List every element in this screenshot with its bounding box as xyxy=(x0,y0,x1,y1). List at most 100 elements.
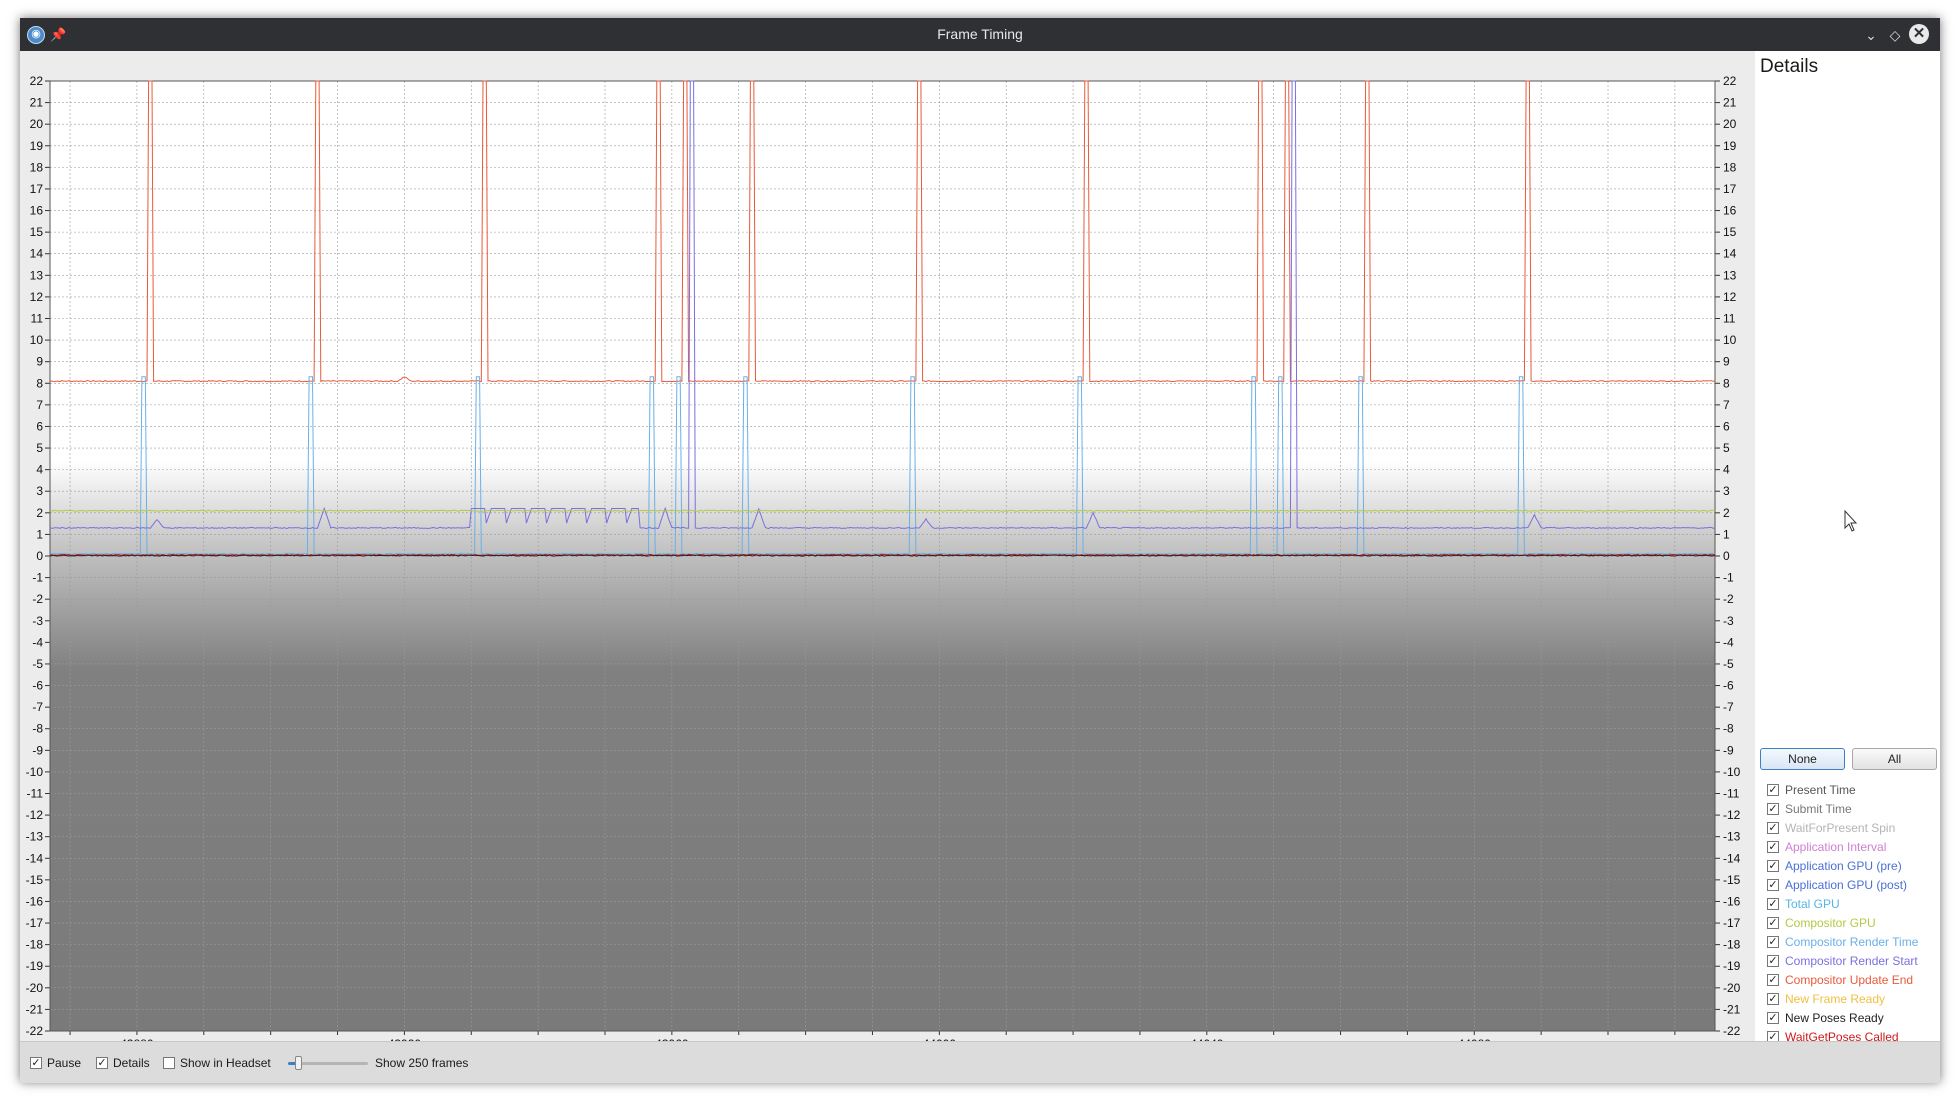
frames-slider-handle[interactable] xyxy=(294,1056,302,1070)
y-tick-label-left: -5 xyxy=(32,657,43,671)
y-tick-label-right: 19 xyxy=(1723,139,1737,153)
window-title: Frame Timing xyxy=(937,26,1023,42)
y-tick-label-left: -21 xyxy=(26,1002,44,1016)
y-tick-label-right: -4 xyxy=(1723,635,1734,649)
series-toggle-item[interactable]: ✓ Compositor Render Start xyxy=(1767,953,1937,972)
y-tick-label-right: -21 xyxy=(1723,1002,1741,1016)
y-tick-label-right: -1 xyxy=(1723,571,1734,585)
y-tick-label-right: -12 xyxy=(1723,808,1741,822)
series-toggle-item[interactable]: ✓ Application GPU (post) xyxy=(1767,877,1937,896)
y-tick-label-left: 22 xyxy=(30,74,44,88)
series-checkbox[interactable]: ✓ xyxy=(1767,936,1779,948)
y-tick-label-right: 5 xyxy=(1723,441,1730,455)
frame-timing-chart[interactable]: 22 22 21 21 20 20 19 19 18 18 17 17 16 16 15 15 14 14 13 13… xyxy=(20,51,1755,1041)
select-all-button[interactable]: All xyxy=(1852,748,1937,770)
series-checkbox[interactable]: ✓ xyxy=(1767,784,1779,796)
series-checkbox[interactable]: ✓ xyxy=(1767,917,1779,929)
series-checkbox[interactable]: ✓ xyxy=(1767,860,1779,872)
y-tick-label-right: 7 xyxy=(1723,398,1730,412)
series-toggle-item[interactable]: ✓ Compositor GPU xyxy=(1767,915,1937,934)
y-tick-label-right: 10 xyxy=(1723,333,1737,347)
y-tick-label-right: 15 xyxy=(1723,225,1737,239)
details-checkbox[interactable]: ✓ xyxy=(96,1057,108,1069)
series-checkbox[interactable]: ✓ xyxy=(1767,993,1779,1005)
y-tick-label-right: 12 xyxy=(1723,290,1737,304)
y-tick-label-left: 19 xyxy=(30,139,44,153)
y-tick-label-right: -7 xyxy=(1723,700,1734,714)
y-tick-label-right: 1 xyxy=(1723,527,1730,541)
series-checkbox[interactable]: ✓ xyxy=(1767,841,1779,853)
select-none-button[interactable]: None xyxy=(1760,748,1845,770)
maximize-icon[interactable]: ◇ xyxy=(1886,26,1904,44)
series-toggle-item[interactable]: ✓ New Poses Ready xyxy=(1767,1010,1937,1029)
y-tick-label-left: 12 xyxy=(30,290,44,304)
y-tick-label-left: -6 xyxy=(32,679,43,693)
y-tick-label-right: -20 xyxy=(1723,981,1741,995)
y-tick-label-left: 13 xyxy=(30,268,44,282)
series-checkbox[interactable]: ✓ xyxy=(1767,898,1779,910)
y-tick-label-left: -4 xyxy=(32,635,43,649)
y-tick-label-right: -19 xyxy=(1723,959,1741,973)
series-toggle-item[interactable]: ✓ New Frame Ready xyxy=(1767,991,1937,1010)
y-tick-label-right: -22 xyxy=(1723,1024,1741,1038)
series-checkbox[interactable]: ✓ xyxy=(1767,879,1779,891)
y-tick-label-right: -2 xyxy=(1723,592,1734,606)
y-tick-label-left: 1 xyxy=(36,527,43,541)
y-tick-label-left: 9 xyxy=(36,355,43,369)
y-tick-label-right: 6 xyxy=(1723,419,1730,433)
y-tick-label-left: 21 xyxy=(30,96,44,110)
title-bar[interactable]: ◉ 📌 Frame Timing ⌄ ◇ ✕ xyxy=(20,18,1940,51)
y-tick-label-left: 10 xyxy=(30,333,44,347)
series-checkbox[interactable]: ✓ xyxy=(1767,955,1779,967)
y-tick-label-left: -20 xyxy=(26,981,44,995)
frame-timing-window: ◉ 📌 Frame Timing ⌄ ◇ ✕ 22 22 21 21 20 20 19 19 1… xyxy=(20,18,1940,1083)
y-tick-label-left: -11 xyxy=(27,787,44,801)
y-tick-label-left: -7 xyxy=(32,700,43,714)
series-toggle-item[interactable]: ✓ Compositor Render Time xyxy=(1767,934,1937,953)
y-tick-label-right: -8 xyxy=(1723,722,1734,736)
series-toggle-item[interactable]: ✓ Application GPU (pre) xyxy=(1767,858,1937,877)
y-tick-label-left: -12 xyxy=(26,808,44,822)
y-tick-label-left: -18 xyxy=(26,938,44,952)
pause-checkbox[interactable]: ✓ xyxy=(30,1057,42,1069)
series-checkbox[interactable]: ✓ xyxy=(1767,1012,1779,1024)
y-tick-label-right: 2 xyxy=(1723,506,1730,520)
y-tick-label-right: 0 xyxy=(1723,549,1730,563)
series-toggle-item[interactable]: ✓ Total GPU xyxy=(1767,896,1937,915)
y-tick-label-right: -5 xyxy=(1723,657,1734,671)
series-toggle-item[interactable]: ✓ Present Time xyxy=(1767,782,1937,801)
series-checkbox[interactable]: ✓ xyxy=(1767,822,1779,834)
minimize-icon[interactable]: ⌄ xyxy=(1862,26,1880,44)
y-tick-label-left: 15 xyxy=(30,225,44,239)
series-label: New Frame Ready xyxy=(1785,992,1886,1006)
y-tick-label-left: -3 xyxy=(32,614,43,628)
y-tick-label-right: -13 xyxy=(1723,830,1741,844)
y-tick-label-left: -16 xyxy=(26,894,44,908)
series-label: New Poses Ready xyxy=(1785,1011,1884,1025)
y-tick-label-left: 20 xyxy=(30,117,44,131)
series-label: Present Time xyxy=(1785,783,1856,797)
series-toggle-item[interactable]: ✓ Submit Time xyxy=(1767,801,1937,820)
y-tick-label-left: 3 xyxy=(36,484,43,498)
chart-canvas[interactable]: 22 2221 2120 2019 1918 1817 1716 1615 1514 1413 13… xyxy=(20,51,1755,1041)
y-tick-label-right: -18 xyxy=(1723,938,1741,952)
y-tick-label-right: 13 xyxy=(1723,268,1737,282)
y-tick-label-left: -8 xyxy=(32,722,43,736)
close-icon[interactable]: ✕ xyxy=(1909,24,1929,44)
series-toggle-item[interactable]: ✓ WaitForPresent Spin xyxy=(1767,820,1937,839)
y-tick-label-right: 11 xyxy=(1723,312,1736,326)
series-checkbox[interactable]: ✓ xyxy=(1767,803,1779,815)
y-tick-label-left: 14 xyxy=(30,247,44,261)
series-label: Application GPU (post) xyxy=(1785,878,1908,892)
series-checkbox[interactable]: ✓ xyxy=(1767,974,1779,986)
show-in-headset-checkbox[interactable] xyxy=(163,1057,175,1069)
series-toggle-item[interactable]: ✓ Application Interval xyxy=(1767,839,1937,858)
y-tick-label-right: 21 xyxy=(1723,96,1737,110)
y-tick-label-right: 20 xyxy=(1723,117,1737,131)
series-label: Application Interval xyxy=(1785,840,1887,854)
y-tick-label-right: 4 xyxy=(1723,463,1730,477)
series-toggle-item[interactable]: ✓ Compositor Update End xyxy=(1767,972,1937,991)
y-tick-label-left: -17 xyxy=(26,916,44,930)
y-tick-label-left: -22 xyxy=(26,1024,44,1038)
y-tick-label-left: 0 xyxy=(36,549,43,563)
